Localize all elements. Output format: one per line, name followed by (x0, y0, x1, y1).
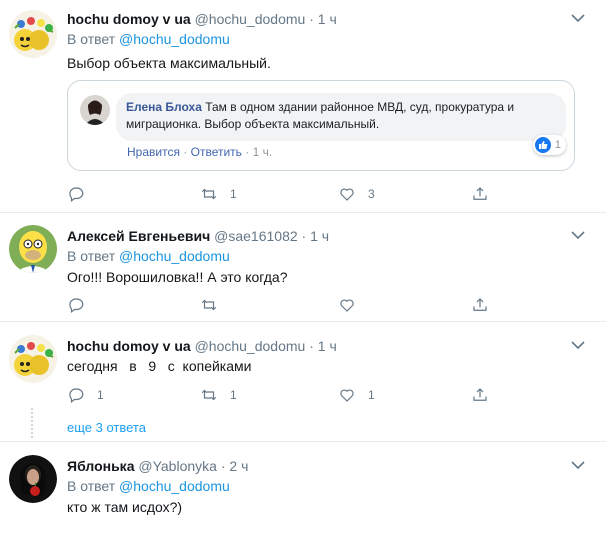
display-name[interactable]: Яблонька (67, 458, 134, 474)
retweet-button[interactable]: 1 (200, 184, 237, 204)
reply-button[interactable]: 1 (67, 385, 104, 405)
share-icon (473, 187, 487, 200)
embed-time[interactable]: 1 ч. (253, 145, 273, 159)
thread-connector (31, 408, 33, 438)
reply-icon (69, 388, 84, 403)
tweet-header: Алексей Евгеньевич @sae161082 · 1 ч (67, 227, 329, 245)
like-count: 3 (368, 187, 375, 201)
reply-icon (69, 187, 84, 202)
heart-icon (340, 389, 354, 402)
timestamp[interactable]: 1 ч (318, 11, 337, 27)
separator-dot: · (220, 458, 226, 474)
reply-prefix: В ответ (67, 31, 116, 47)
divider (0, 212, 606, 213)
avatar[interactable] (9, 335, 57, 383)
chevron-down-icon[interactable] (570, 229, 586, 241)
show-more-replies-link[interactable]: еще 3 ответа (67, 420, 146, 435)
like-button[interactable]: 1 (338, 385, 375, 405)
reply-icon (69, 298, 84, 313)
separator-dot: · (301, 228, 307, 244)
retweet-count: 1 (230, 388, 237, 402)
embed-comment-bubble: Елена Блоха Там в одном здании районное … (116, 93, 566, 141)
reply-button[interactable] (67, 184, 97, 204)
share-icon (473, 388, 487, 401)
reply-to-link[interactable]: @hochu_dodomu (119, 31, 230, 47)
chevron-down-icon[interactable] (570, 12, 586, 24)
retweet-button[interactable] (200, 295, 230, 315)
reply-context: В ответ @hochu_dodomu (67, 30, 230, 48)
avatar[interactable] (9, 455, 57, 503)
tweet-text: Ого!!! Ворошиловка!! А это когда? (67, 269, 288, 285)
reply-context: В ответ @hochu_dodomu (67, 477, 230, 495)
embed-meta: Нравится · Ответить · 1 ч. (127, 145, 272, 159)
like-count: 1 (368, 388, 375, 402)
retweet-icon (201, 299, 217, 311)
reply-prefix: В ответ (67, 478, 116, 494)
embed-avatar[interactable] (80, 95, 110, 125)
user-handle[interactable]: @hochu_dodomu (195, 338, 306, 354)
avatar[interactable] (9, 10, 57, 58)
retweet-icon (201, 389, 217, 401)
tweet-header: hochu domoy v ua @hochu_dodomu · 1 ч (67, 10, 337, 28)
divider (0, 441, 606, 442)
retweet-button[interactable]: 1 (200, 385, 237, 405)
tweet-text: сегодня в 9 с копейками (67, 358, 252, 374)
user-handle[interactable]: @hochu_dodomu (195, 11, 306, 27)
reply-to-link[interactable]: @hochu_dodomu (119, 478, 230, 494)
share-icon (473, 298, 487, 311)
like-button[interactable]: 3 (338, 184, 375, 204)
like-button[interactable] (338, 295, 368, 315)
chevron-down-icon[interactable] (570, 339, 586, 351)
separator-dot: · (309, 11, 314, 27)
tweet-header: Яблонька @Yablonyka · 2 ч (67, 457, 248, 475)
embed-sep: · (245, 145, 250, 159)
divider (0, 321, 606, 322)
reply-button[interactable] (67, 295, 97, 315)
reply-context: В ответ @hochu_dodomu (67, 247, 230, 265)
user-handle[interactable]: @sae161082 (214, 228, 298, 244)
retweet-count: 1 (230, 187, 237, 201)
tweet-actions: 1 1 1 (67, 385, 587, 405)
tweet-actions (67, 295, 587, 315)
timestamp[interactable]: 2 ч (229, 458, 248, 474)
share-button[interactable] (471, 184, 489, 204)
heart-icon (340, 188, 354, 201)
timestamp[interactable]: 1 ч (318, 338, 337, 354)
user-handle[interactable]: @Yablonyka (138, 458, 217, 474)
display-name[interactable]: hochu domoy v ua (67, 11, 191, 27)
timestamp[interactable]: 1 ч (310, 228, 329, 244)
share-button[interactable] (471, 295, 489, 315)
embed-reaction-count: 1 (554, 139, 561, 151)
avatar[interactable] (9, 225, 57, 273)
reply-count: 1 (97, 388, 104, 402)
thumbs-up-icon (534, 137, 551, 153)
embed-sep: · (183, 145, 188, 159)
embed-like-link[interactable]: Нравится (127, 145, 180, 159)
embed-reply-link[interactable]: Ответить (191, 145, 242, 159)
tweet-text: Выбор объекта максимальный. (67, 55, 271, 71)
share-button[interactable] (471, 385, 489, 405)
tweet-text: кто ж там исдох?) (67, 499, 183, 515)
embed-author[interactable]: Елена Блоха (126, 100, 202, 114)
embed-reaction-badge[interactable]: 1 (532, 135, 566, 155)
embedded-facebook-comment[interactable]: Елена Блоха Там в одном здании районное … (67, 80, 575, 171)
chevron-down-icon[interactable] (570, 459, 586, 471)
tweet-actions: 1 3 (67, 184, 587, 204)
heart-icon (340, 299, 354, 312)
display-name[interactable]: hochu domoy v ua (67, 338, 191, 354)
tweet-header: hochu domoy v ua @hochu_dodomu · 1 ч (67, 337, 337, 355)
separator-dot: · (309, 338, 314, 354)
reply-to-link[interactable]: @hochu_dodomu (119, 248, 230, 264)
reply-prefix: В ответ (67, 248, 116, 264)
display-name[interactable]: Алексей Евгеньевич (67, 228, 210, 244)
retweet-icon (201, 188, 217, 200)
